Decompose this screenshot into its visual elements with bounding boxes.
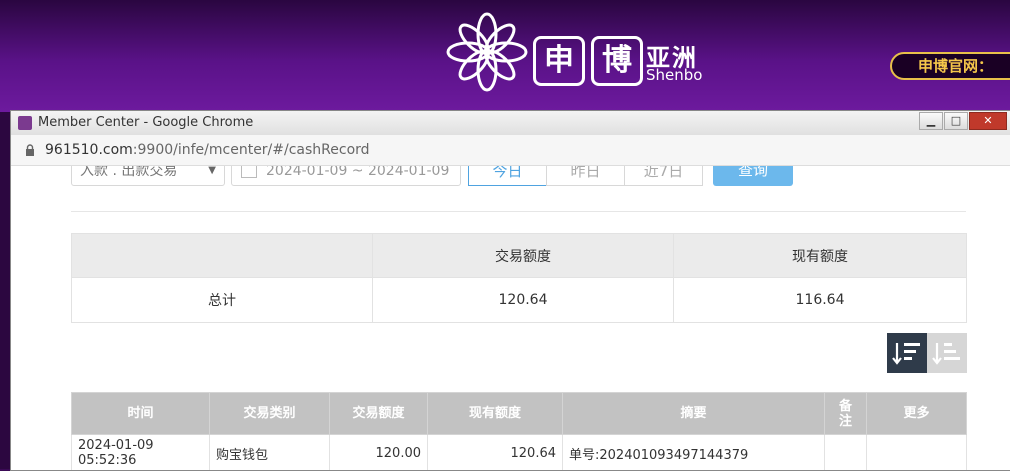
summary-header-blank xyxy=(71,233,373,278)
window-controls: ▁ □ ✕ xyxy=(919,112,1007,130)
window-titlebar[interactable]: Member Center - Google Chrome ▁ □ ✕ xyxy=(11,111,1010,135)
summary-header-amount: 交易额度 xyxy=(372,233,674,278)
chevron-down-icon: ▼ xyxy=(208,166,216,176)
background-strip xyxy=(0,112,10,469)
calendar-icon xyxy=(241,166,257,178)
col-time: 时间 xyxy=(71,392,210,435)
query-button[interactable]: 查询 xyxy=(713,166,793,186)
minimize-button[interactable]: ▁ xyxy=(919,112,943,130)
cell-time: 2024-01-09 05:52:36 xyxy=(71,434,210,470)
lock-icon xyxy=(26,144,34,156)
cell-type: 购宝钱包 xyxy=(209,434,330,470)
summary-balance: 116.64 xyxy=(673,277,967,323)
site-banner: 申 博 亚洲 Shenbo 申博官网： xyxy=(0,0,1010,112)
sort-asc-icon xyxy=(932,343,960,365)
brand-char-2: 博 xyxy=(591,36,643,86)
last-7-days-button[interactable]: 近7日 xyxy=(624,166,703,186)
brand-logo: 申 博 xyxy=(533,36,643,86)
close-button[interactable]: ✕ xyxy=(969,112,1007,130)
url-path: :9900/infe/mcenter/#/cashRecord xyxy=(132,142,370,158)
records-header-row: 时间 交易类别 交易额度 现有额度 摘要 备注 更多 xyxy=(71,392,967,435)
summary-header-balance: 现有额度 xyxy=(673,233,967,278)
url-host: 961510.com xyxy=(45,142,133,158)
date-range-value: 2024-01-09 ~ 2024-01-09 xyxy=(266,166,450,179)
summary-row: 总计 120.64 116.64 xyxy=(71,277,967,323)
maximize-button[interactable]: □ xyxy=(944,112,968,130)
address-bar[interactable]: 961510.com:9900/infe/mcenter/#/cashRecor… xyxy=(11,135,1010,166)
sort-desc-icon xyxy=(892,343,920,365)
col-balance: 现有额度 xyxy=(427,392,563,435)
flower-logo-icon xyxy=(446,12,528,92)
url-text[interactable]: 961510.com:9900/infe/mcenter/#/cashRecor… xyxy=(45,142,370,158)
official-site-label: 申博官网： xyxy=(890,52,1010,80)
brand-char-1: 申 xyxy=(533,36,585,86)
browser-window: Member Center - Google Chrome ▁ □ ✕ 9615… xyxy=(10,110,1010,471)
filter-bar: 入款 . 出款交易 ▼ 2024-01-09 ~ 2024-01-09 今日 昨… xyxy=(71,166,793,188)
records-table: 时间 交易类别 交易额度 现有额度 摘要 备注 更多 2024-01-09 05… xyxy=(71,392,967,470)
sort-controls xyxy=(887,333,967,373)
cell-more[interactable] xyxy=(866,434,967,470)
summary-table: 交易额度 现有额度 总计 120.64 116.64 xyxy=(71,233,967,323)
yesterday-button[interactable]: 昨日 xyxy=(546,166,625,186)
summary-amount: 120.64 xyxy=(372,277,674,323)
summary-label: 总计 xyxy=(71,277,373,323)
cell-amount: 120.00 xyxy=(329,434,428,470)
sort-asc-button[interactable] xyxy=(927,333,967,373)
sort-desc-button[interactable] xyxy=(887,333,927,373)
col-type: 交易类别 xyxy=(209,392,330,435)
cell-balance: 120.64 xyxy=(427,434,563,470)
cell-note xyxy=(824,434,867,470)
cell-summary: 单号:202401093497144379 xyxy=(562,434,825,470)
page-content: 入款 . 出款交易 ▼ 2024-01-09 ~ 2024-01-09 今日 昨… xyxy=(11,166,1010,470)
date-range-input[interactable]: 2024-01-09 ~ 2024-01-09 xyxy=(231,166,461,186)
table-row: 2024-01-09 05:52:36 购宝钱包 120.00 120.64 单… xyxy=(71,434,967,470)
today-button[interactable]: 今日 xyxy=(468,166,547,186)
window-title: Member Center - Google Chrome xyxy=(38,115,254,130)
summary-header-row: 交易额度 现有额度 xyxy=(71,233,967,278)
transaction-type-value: 入款 . 出款交易 xyxy=(80,166,178,179)
brand-english: Shenbo xyxy=(646,66,703,84)
col-summary: 摘要 xyxy=(562,392,825,435)
col-note: 备注 xyxy=(824,392,867,435)
app-icon xyxy=(18,116,32,130)
col-more: 更多 xyxy=(866,392,967,435)
quick-date-group: 今日 昨日 近7日 xyxy=(468,166,703,188)
transaction-type-select[interactable]: 入款 . 出款交易 ▼ xyxy=(71,166,225,186)
divider xyxy=(71,211,966,212)
col-amount: 交易额度 xyxy=(329,392,428,435)
